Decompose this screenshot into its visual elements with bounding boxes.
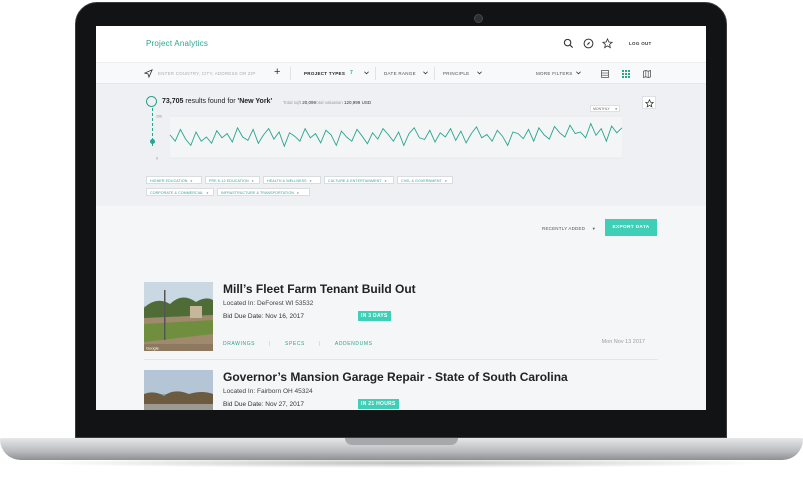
- addendums-link[interactable]: ADDENDUMS: [335, 341, 373, 347]
- project-title[interactable]: Mill’s Fleet Farm Tenant Build Out: [223, 282, 416, 296]
- total-sqft: Total sqft 20,099: [283, 100, 317, 105]
- plus-icon[interactable]: +: [274, 66, 280, 78]
- interval-select[interactable]: MONTHLY ▾: [590, 105, 620, 112]
- close-icon[interactable]: x: [310, 179, 312, 183]
- filter-tag[interactable]: HEALTH & WELLNESS x: [263, 176, 321, 184]
- filter-tag[interactable]: INFRASTRUCTURE & TRANSPORTATION x: [217, 188, 310, 196]
- project-thumbnail[interactable]: Google: [144, 282, 213, 351]
- date-range-filter[interactable]: DATE RANGE: [384, 71, 416, 76]
- chevron-down-icon[interactable]: [477, 71, 482, 75]
- specs-link[interactable]: SPECS: [285, 341, 305, 347]
- webcam: [474, 14, 483, 23]
- chevron-down-icon[interactable]: [364, 71, 369, 75]
- results-panel: 73,705 results found for 'New York' Tota…: [96, 84, 706, 206]
- close-icon[interactable]: x: [206, 191, 208, 195]
- logout-link[interactable]: LOG OUT: [629, 41, 652, 46]
- bid-due-date: Bid Due Date: Nov 27, 2017: [223, 401, 304, 408]
- results-summary: 73,705 results found for 'New York': [162, 98, 272, 105]
- compass-icon[interactable]: [583, 38, 594, 49]
- screen: Project Analytics LOG OUT + PROJECT TYPE…: [96, 26, 706, 410]
- grid-view-icon[interactable]: [622, 70, 630, 78]
- results-query: 'New York': [237, 98, 273, 105]
- star-icon: [645, 98, 654, 108]
- filter-tag-label: INFRASTRUCTURE & TRANSPORTATION: [221, 190, 294, 195]
- y-tick-label: 0: [156, 157, 158, 161]
- top-bar: Project Analytics LOG OUT: [96, 26, 706, 62]
- due-badge: IN 3 DAYS: [358, 311, 391, 321]
- filter-tag-label: PRE K-12 EDUCATION: [209, 178, 249, 183]
- export-data-button[interactable]: EXPORT DATA: [605, 219, 657, 236]
- posted-date: Mon Nov 13 2017: [601, 339, 645, 345]
- link-divider: |: [318, 341, 321, 347]
- more-filters-button[interactable]: MORE FILTERS: [536, 71, 573, 76]
- filter-divider: [375, 67, 376, 80]
- drawings-link[interactable]: DRAWINGS: [223, 341, 255, 347]
- chevron-down-icon[interactable]: [576, 71, 581, 75]
- total-valuation: Total valuation 120,999 USD: [314, 100, 372, 105]
- filter-tag-label: CORPORATE & COMMERCIAL: [150, 190, 204, 195]
- list-item[interactable]: Governor’s Mansion Garage Repair - State…: [144, 370, 658, 410]
- brand-logo[interactable]: Project Analytics: [146, 39, 208, 48]
- project-location: Located In: Fairborn OH 45324: [223, 388, 313, 395]
- sort-select[interactable]: RECENTLY ADDED ▾: [542, 226, 595, 232]
- filter-tag[interactable]: HIGHER EDUCATION x: [146, 176, 202, 184]
- results-toggle[interactable]: [146, 96, 157, 107]
- list-view-icon[interactable]: [601, 70, 609, 78]
- project-location: Located In: DeForest WI 53532: [223, 300, 314, 307]
- results-line-chart: 100 0: [156, 115, 623, 161]
- project-links: DRAWINGS | SPECS | ADDENDUMS: [223, 341, 387, 347]
- chevron-down-icon[interactable]: [423, 71, 428, 75]
- close-icon[interactable]: x: [297, 191, 299, 195]
- star-icon[interactable]: [602, 38, 613, 49]
- results-found-text: results found for: [185, 98, 236, 105]
- bid-due-date: Bid Due Date: Nov 16, 2017: [223, 313, 304, 320]
- filter-tag[interactable]: CORPORATE & COMMERCIAL x: [146, 188, 214, 196]
- due-badge: IN 21 HOURS: [358, 399, 399, 409]
- filter-tag-label: HEALTH & WELLNESS: [267, 178, 307, 183]
- map-view-icon[interactable]: [643, 70, 651, 78]
- location-search-input[interactable]: [158, 69, 270, 78]
- filter-tag[interactable]: CULTURE & ENTERTAINMENT x: [324, 176, 394, 184]
- filter-tag-label: HIGHER EDUCATION: [150, 178, 188, 183]
- close-icon[interactable]: x: [385, 179, 387, 183]
- filter-tag[interactable]: CIVIL & GOVERNMENT x: [397, 176, 453, 184]
- close-icon[interactable]: x: [252, 179, 254, 183]
- close-icon[interactable]: x: [190, 179, 192, 183]
- project-types-count: 7: [350, 70, 353, 76]
- close-icon[interactable]: x: [445, 179, 447, 183]
- link-divider: |: [269, 341, 272, 347]
- filter-tag[interactable]: PRE K-12 EDUCATION x: [205, 176, 260, 184]
- filter-divider: [290, 67, 291, 80]
- y-tick-label: 100: [156, 115, 162, 119]
- laptop-notch: [345, 438, 458, 445]
- results-count: 73,705: [162, 98, 184, 105]
- project-title[interactable]: Governor’s Mansion Garage Repair - State…: [223, 370, 568, 384]
- sort-row: RECENTLY ADDED ▾ EXPORT DATA: [96, 206, 706, 256]
- listing-divider: [144, 359, 658, 360]
- filter-tag-label: CULTURE & ENTERTAINMENT: [328, 178, 382, 183]
- list-item[interactable]: Google Mill’s Fleet Farm Tenant Build Ou…: [144, 282, 658, 360]
- search-icon[interactable]: [563, 38, 574, 49]
- filter-bar: + PROJECT TYPES 7 DATE RANGE PRINCIPLE M…: [96, 62, 706, 84]
- location-arrow-icon[interactable]: [144, 69, 153, 78]
- project-types-filter[interactable]: PROJECT TYPES: [304, 71, 345, 76]
- save-search-button[interactable]: [642, 96, 656, 109]
- project-thumbnail[interactable]: [144, 370, 213, 410]
- thumbnail-caption: Google: [146, 346, 160, 351]
- timeline-dot: [150, 139, 155, 144]
- filter-divider: [434, 67, 435, 80]
- principle-filter[interactable]: PRINCIPLE: [443, 71, 469, 76]
- filter-tag-label: CIVIL & GOVERNMENT: [401, 178, 442, 183]
